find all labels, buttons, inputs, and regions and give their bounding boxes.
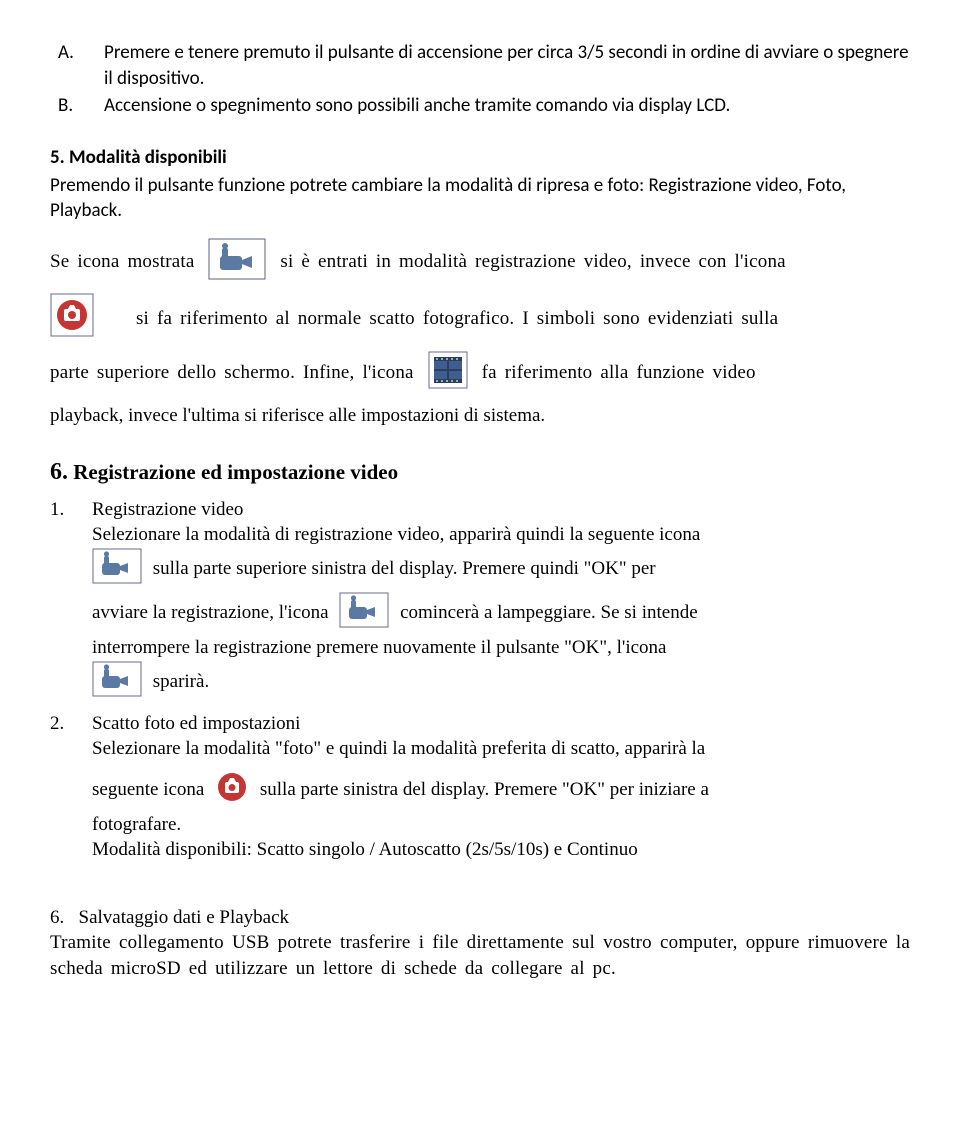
- text-a: Premere e tenere premuto il pulsante di …: [104, 40, 910, 91]
- sec5-line3: parte superiore dello schermo. Infine, l…: [50, 351, 910, 397]
- sec6-it2-l5: Modalità disponibili: Scatto singolo / A…: [92, 837, 910, 863]
- sec5-p3b: fa riferimento alla funzione video: [482, 362, 756, 383]
- sec6b: 6. Salvataggio dati e Playback: [50, 905, 910, 931]
- camera-icon-2: [215, 770, 249, 812]
- sec6-title: 6. Registrazione ed impostazione video: [50, 456, 910, 488]
- sec6-it1-l4: avviare la registrazione, l'icona cominc…: [92, 592, 910, 636]
- sec5-p2a: si fa riferimento al normale scatto foto…: [136, 308, 778, 329]
- sec6-it1-l4a: avviare la registrazione, l'icona: [92, 602, 329, 623]
- sec6-it1-l5: interrompere la registrazione premere nu…: [92, 635, 910, 661]
- sec6b-title: Salvataggio dati e Playback: [79, 907, 290, 928]
- sec6b-marker: 6.: [50, 907, 64, 928]
- sec6-item1: 1. Registrazione video Selezionare la mo…: [50, 497, 910, 705]
- camcorder-icon: [208, 238, 266, 288]
- sec5-line4: playback, invece l'ultima si riferisce a…: [50, 403, 910, 429]
- text-b: Accensione o spegnimento sono possibili …: [104, 93, 910, 119]
- sec6-it1-l2: Selezionare la modalità di registrazione…: [92, 522, 910, 548]
- sec6-it2-l1: Scatto foto ed impostazioni: [92, 711, 910, 737]
- sec6-it1-l3a: sulla parte superiore sinistra del displ…: [153, 558, 656, 579]
- sec6-it2-l2: Selezionare la modalità "foto" e quindi …: [92, 736, 910, 762]
- camcorder-small-icon: [92, 548, 142, 592]
- sec6-it2-l3a: seguente icona: [92, 779, 204, 800]
- sec6-it2-l3b: sulla parte sinistra del display. Premer…: [260, 779, 709, 800]
- marker-b: B.: [50, 93, 104, 119]
- sec6-it1-l4b: comincerà a lampeggiare. Se si intende: [400, 602, 698, 623]
- sec6-it1-l3: sulla parte superiore sinistra del displ…: [92, 548, 910, 592]
- sec6-num: 6.: [50, 459, 68, 485]
- camcorder-small-icon-3: [92, 661, 142, 705]
- sec5-line1: Se icona mostrata si è entrati in modali…: [50, 238, 910, 288]
- sec5-p1b: si è entrati in modalità registrazione v…: [280, 251, 785, 272]
- sec6-it1-marker: 1.: [50, 497, 92, 705]
- camera-icon: [50, 293, 94, 345]
- sec6-it1-l1: Registrazione video: [92, 497, 910, 523]
- filmstrip-icon: [428, 351, 468, 397]
- list-item-a: A. Premere e tenere premuto il pulsante …: [50, 40, 910, 91]
- sec5-p3a: parte superiore dello schermo. Infine, l…: [50, 362, 414, 383]
- sec6-it1-l6t: sparirà.: [153, 671, 209, 692]
- sec6-item2: 2. Scatto foto ed impostazioni Seleziona…: [50, 711, 910, 863]
- sec6-title-text: Registrazione ed impostazione video: [68, 460, 398, 484]
- sec5-p1a: Se icona mostrata: [50, 251, 194, 272]
- sec6-it2-l3: seguente icona sulla parte sinistra del …: [92, 770, 910, 812]
- sec6-it2-marker: 2.: [50, 711, 92, 863]
- marker-a: A.: [50, 40, 104, 91]
- sec6-it1-l6: sparirà.: [92, 661, 910, 705]
- list-item-b: B. Accensione o spegnimento sono possibi…: [50, 93, 910, 119]
- sec5-line2: si fa riferimento al normale scatto foto…: [50, 293, 910, 345]
- sec6-it2-l4: fotografare.: [92, 812, 910, 838]
- sec5-title: 5. Modalità disponibili: [50, 145, 910, 171]
- camcorder-small-icon-2: [339, 592, 389, 636]
- sec5-intro: Premendo il pulsante funzione potrete ca…: [50, 173, 910, 224]
- sec6b-body: Tramite collegamento USB potrete trasfer…: [50, 930, 910, 981]
